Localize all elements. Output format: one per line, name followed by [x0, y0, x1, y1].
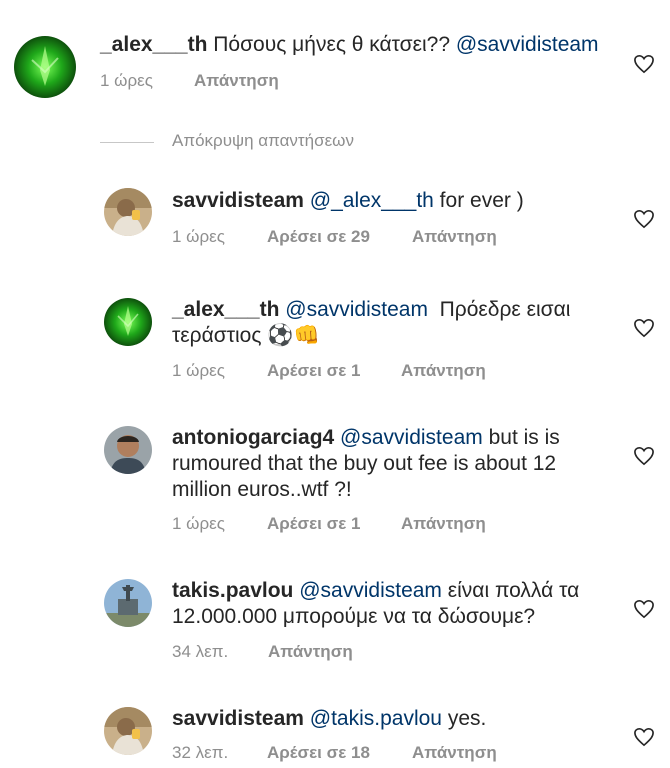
heart-icon[interactable] — [633, 727, 655, 747]
comment-time: 1 ώρες — [172, 514, 225, 533]
heart-icon[interactable] — [633, 54, 655, 74]
divider — [100, 142, 154, 143]
avatar[interactable] — [104, 298, 152, 346]
comment-text: _alex___th @savvidisteam Πρόεδρε εισαι τ… — [172, 297, 632, 349]
avatar[interactable] — [104, 707, 152, 755]
reply-button[interactable]: Απάντηση — [194, 71, 279, 91]
heart-icon[interactable] — [633, 446, 655, 466]
comment-body-line: τεράστιος ⚽👊 — [172, 324, 320, 347]
heart-icon[interactable] — [633, 209, 655, 229]
username[interactable]: _alex___th — [100, 33, 207, 56]
comment-text: savvidisteam @_alex___th for ever ) — [172, 188, 632, 214]
comment-time: 34 λεπ. — [172, 642, 229, 661]
comment-body: Πόσους μήνες θ κάτσει?? — [207, 33, 456, 56]
likes-count[interactable]: Αρέσει σε 1 — [267, 361, 360, 381]
reply-button[interactable]: Απάντηση — [401, 514, 486, 534]
mention-link[interactable]: @savvidisteam — [456, 33, 599, 56]
comment-time: 1 ώρες — [172, 227, 225, 246]
comment-time: 32 λεπ. — [172, 743, 229, 762]
username[interactable]: savvidisteam — [172, 707, 304, 730]
comment-body: είναι πολλά τα — [441, 579, 580, 602]
comment-body: but is is — [482, 426, 560, 449]
avatar[interactable] — [104, 188, 152, 236]
mention-link[interactable]: @savvidisteam — [285, 298, 428, 321]
avatar[interactable] — [14, 36, 76, 98]
comment-time: 1 ώρες — [100, 71, 153, 90]
comment-text: savvidisteam @takis.pavlou yes. — [172, 706, 632, 732]
reply-button[interactable]: Απάντηση — [412, 743, 497, 763]
reply-button[interactable]: Απάντηση — [412, 227, 497, 247]
hide-replies-button[interactable]: Απόκρυψη απαντήσεων — [172, 131, 354, 151]
username[interactable]: _alex___th — [172, 298, 279, 321]
comment-body-line: million euros..wtf ?! — [172, 478, 352, 501]
likes-count[interactable]: Αρέσει σε 1 — [267, 514, 360, 534]
comment-body-line: 12.000.000 μπορούμε να τα δώσουμε? — [172, 605, 536, 628]
comment-text: takis.pavlou @savvidisteam είναι πολλά τ… — [172, 578, 632, 630]
comment-body: yes. — [441, 707, 487, 730]
mention-link[interactable]: @savvidisteam — [340, 426, 483, 449]
comment-body-line: rumoured that the buy out fee is about 1… — [172, 452, 557, 475]
comment-text: antoniogarciag4 @savvidisteam but is is … — [172, 425, 632, 503]
mention-link[interactable]: @takis.pavlou — [310, 707, 442, 730]
mention-link[interactable]: @savvidisteam — [299, 579, 442, 602]
comment-time: 1 ώρες — [172, 361, 225, 380]
reply-button[interactable]: Απάντηση — [401, 361, 486, 381]
reply-button[interactable]: Απάντηση — [268, 642, 353, 662]
username[interactable]: takis.pavlou — [172, 579, 293, 602]
mention-link[interactable]: @_alex___th — [310, 189, 434, 212]
heart-icon[interactable] — [633, 318, 655, 338]
username[interactable]: savvidisteam — [172, 189, 304, 212]
comment-text: _alex___th Πόσους μήνες θ κάτσει?? @savv… — [100, 32, 620, 58]
likes-count[interactable]: Αρέσει σε 18 — [267, 743, 370, 763]
avatar[interactable] — [104, 579, 152, 627]
likes-count[interactable]: Αρέσει σε 29 — [267, 227, 370, 247]
username[interactable]: antoniogarciag4 — [172, 426, 334, 449]
heart-icon[interactable] — [633, 599, 655, 619]
comment-body: for ever ) — [433, 189, 524, 212]
comment-body: Πρόεδρε εισαι — [427, 298, 571, 321]
avatar[interactable] — [104, 426, 152, 474]
